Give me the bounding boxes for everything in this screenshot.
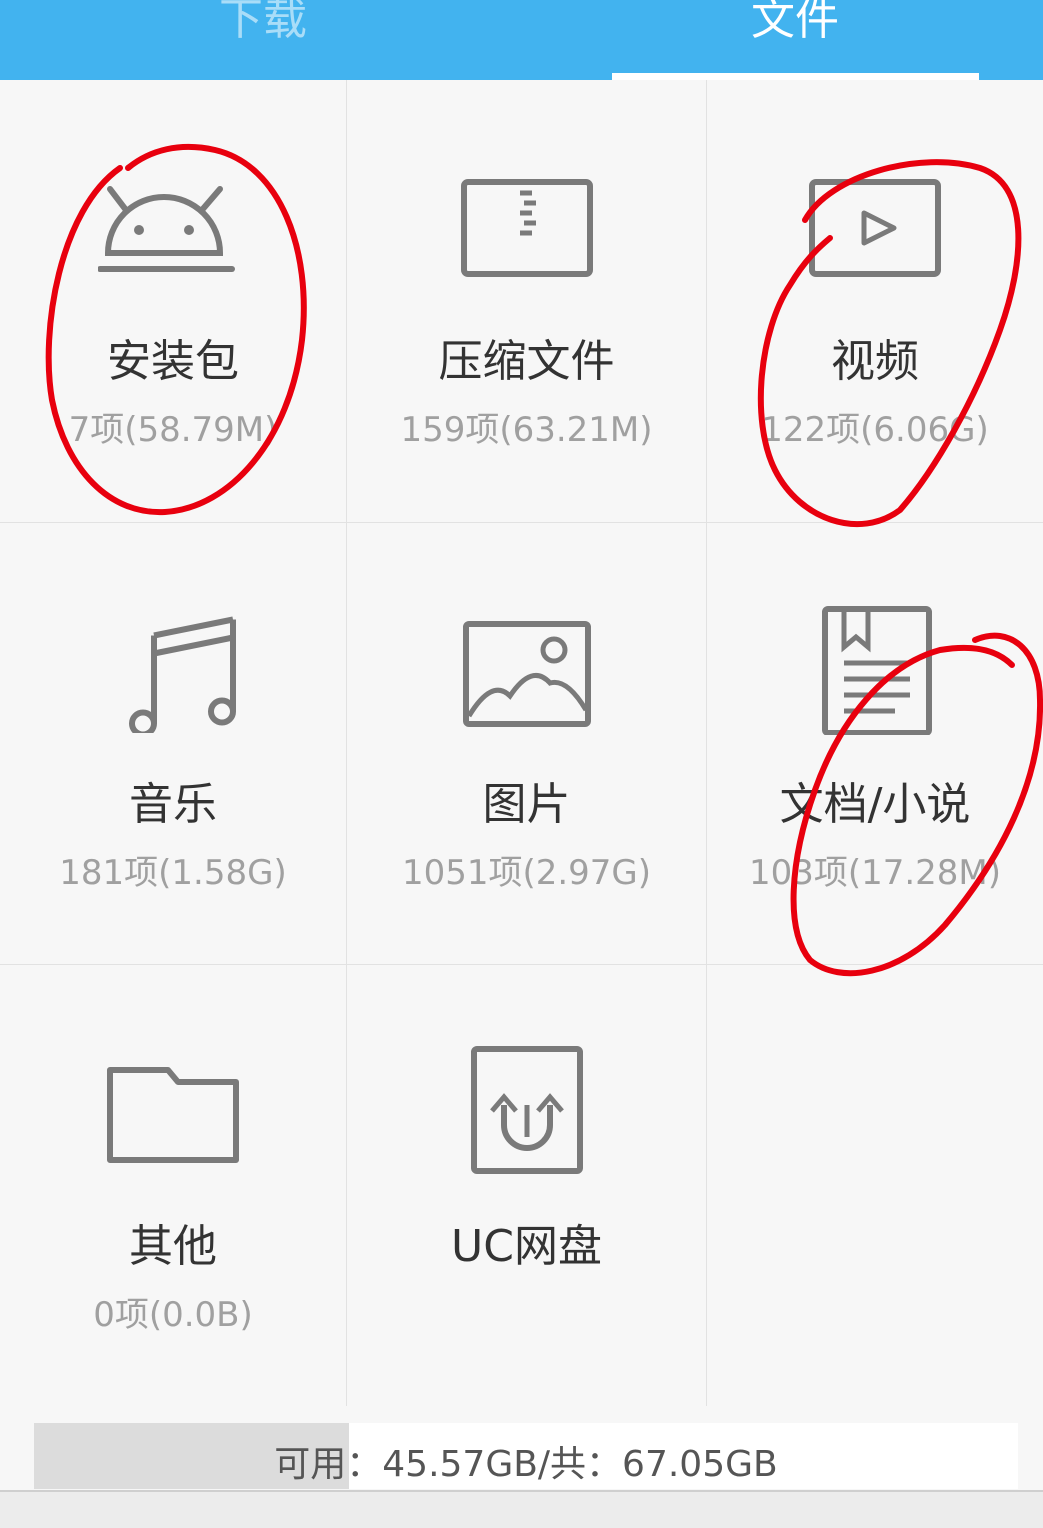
category-meta: 1051项(2.97G) <box>401 853 652 893</box>
category-meta: 103项(17.28M) <box>748 853 1002 893</box>
tab-files[interactable]: 文件 <box>612 0 978 80</box>
category-meta: 122项(6.06G) <box>761 410 989 450</box>
category-label: 安装包 <box>107 336 239 387</box>
category-video[interactable]: 视频 122项(6.06G) <box>707 80 1043 523</box>
category-label: 其他 <box>129 1221 217 1272</box>
tab-downloads[interactable]: 下载 <box>80 0 446 80</box>
bottom-divider <box>0 1490 1043 1528</box>
active-tab-indicator <box>612 73 979 80</box>
storage-text: 可用：45.57GB/共：67.05GB <box>274 1444 778 1485</box>
category-uc-cloud[interactable]: UC网盘 <box>347 965 707 1406</box>
category-meta: 7项(58.79M) <box>68 410 278 450</box>
document-icon <box>822 606 932 735</box>
empty-cell <box>707 965 1043 1406</box>
category-meta: 159项(63.21M) <box>400 410 653 450</box>
category-meta: 181项(1.58G) <box>59 853 287 893</box>
image-icon <box>462 621 591 727</box>
category-label: 文档/小说 <box>779 779 971 830</box>
cloud-upload-icon <box>470 1046 583 1174</box>
category-apk[interactable]: 安装包 7项(58.79M) <box>0 80 347 523</box>
category-archive[interactable]: 压缩文件 159项(63.21M) <box>347 80 707 523</box>
zip-icon <box>460 179 593 277</box>
category-label: 视频 <box>831 336 919 387</box>
category-label: 音乐 <box>129 779 217 830</box>
top-tab-bar: 下载 文件 <box>0 0 1043 80</box>
android-icon <box>98 186 235 272</box>
category-meta: 0项(0.0B) <box>93 1295 253 1335</box>
category-document[interactable]: 文档/小说 103项(17.28M) <box>707 523 1043 965</box>
category-grid: 安装包 7项(58.79M) 压缩文件 159项(63.21M) 视频 122项… <box>0 80 1043 1406</box>
category-label: 图片 <box>482 779 571 830</box>
category-other[interactable]: 其他 0项(0.0B) <box>0 965 347 1406</box>
category-music[interactable]: 音乐 181项(1.58G) <box>0 523 347 965</box>
category-image[interactable]: 图片 1051项(2.97G) <box>347 523 707 965</box>
category-label: 压缩文件 <box>438 336 615 387</box>
video-icon <box>809 179 941 277</box>
music-icon <box>129 616 236 733</box>
category-label: UC网盘 <box>451 1221 602 1272</box>
folder-icon <box>107 1067 239 1163</box>
storage-bar: 可用：45.57GB/共：67.05GB <box>34 1423 1018 1489</box>
